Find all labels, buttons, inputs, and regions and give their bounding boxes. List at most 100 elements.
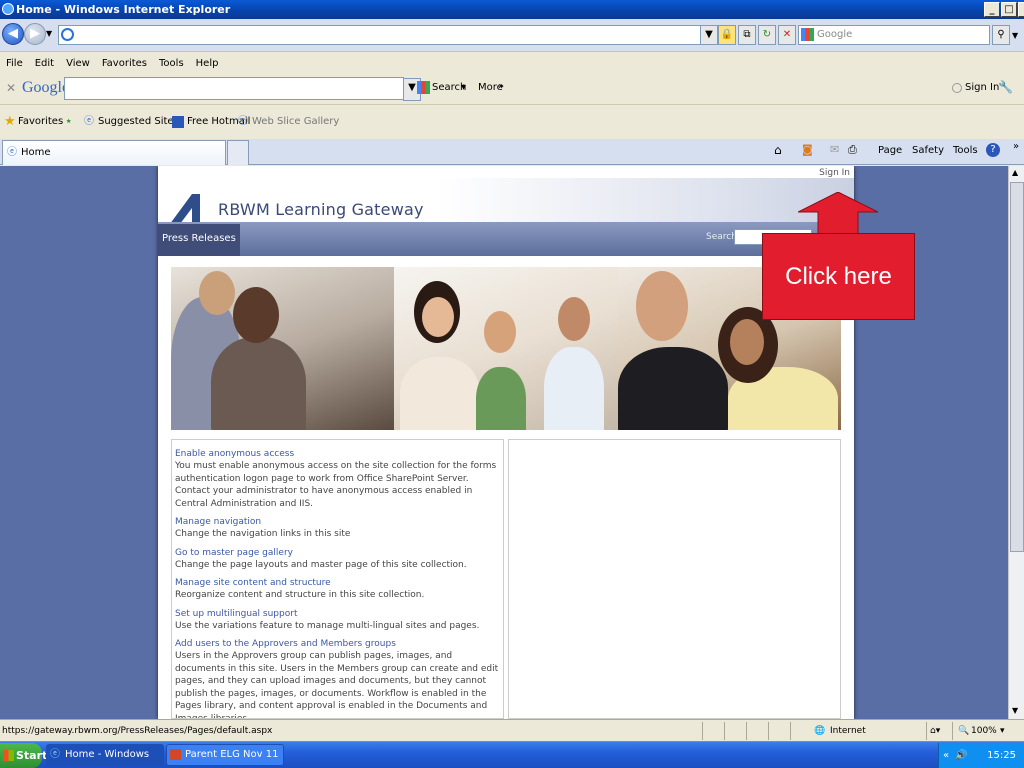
help-icon[interactable]: ? (986, 143, 1000, 157)
task-description: You must enable anonymous access on the … (175, 461, 497, 509)
task-link[interactable]: Enable anonymous access (175, 448, 500, 460)
powerpoint-icon (170, 749, 181, 760)
search-placeholder: Google (817, 29, 853, 40)
menu-tools[interactable]: Tools (159, 58, 184, 69)
add-favorite-icon[interactable]: ⭑ (66, 106, 71, 138)
google-search-input[interactable] (64, 77, 404, 100)
taskbar-item-label: Home - Windows Inte... (65, 749, 150, 760)
favorites-bar: ★ Favorites ⭑ ⓔ Suggested Sites Free Hot… (0, 106, 1024, 138)
security-zone[interactable]: Internet (830, 720, 866, 742)
recent-pages-dropdown[interactable]: ▼ (46, 29, 52, 38)
window-title-bar[interactable]: Home - Windows Internet Explorer _ □ (0, 0, 1024, 19)
menu-file[interactable]: File (6, 58, 23, 69)
google-logo: Google (22, 79, 70, 96)
search-options-dropdown[interactable]: ▼ (1012, 31, 1018, 40)
home-icon[interactable]: ⌂ (774, 143, 782, 157)
new-tab-button[interactable] (227, 140, 249, 165)
scroll-thumb[interactable] (1010, 182, 1024, 552)
close-toolbar-icon[interactable]: ✕ (6, 81, 16, 95)
task-link[interactable]: Add users to the Approvers and Members g… (175, 638, 500, 650)
taskbar: Start ⓔ Home - Windows Inte... Parent EL… (0, 741, 1024, 768)
nav-press-releases[interactable]: Press Releases (158, 224, 240, 256)
signin-status-icon (952, 83, 962, 93)
window-title: Home - Windows Internet Explorer (16, 3, 231, 16)
zoom-icon: 🔍 (958, 726, 970, 736)
tray-expand-icon[interactable]: « (943, 743, 949, 768)
start-button[interactable]: Start (0, 743, 47, 768)
chevron-more-icon[interactable]: » (1013, 141, 1019, 152)
task-link[interactable]: Manage navigation (175, 516, 500, 528)
scroll-up-icon[interactable]: ▲ (1012, 168, 1018, 177)
taskbar-item-ie[interactable]: ⓔ Home - Windows Inte... (46, 744, 164, 766)
print-icon[interactable]: ⎙ (848, 143, 857, 157)
tab-bar: ⓔ Home ⌂ ◙ ✉ ⎙ Page Safety Tools ? » (0, 139, 1024, 165)
favorites-star-icon: ★ (4, 114, 16, 129)
menu-help[interactable]: Help (196, 58, 219, 69)
google-search-icon (417, 81, 430, 94)
status-url: https://gateway.rbwm.org/PressReleases/P… (2, 726, 273, 736)
minimize-button[interactable]: _ (984, 2, 1000, 17)
page-icon (61, 28, 74, 41)
page-menu-button[interactable]: Page (878, 145, 902, 156)
hero-photo-center (394, 267, 618, 430)
refresh-icon[interactable]: ↻ (758, 25, 776, 45)
ie-taskbar-icon: ⓔ (50, 749, 60, 760)
tray-icons[interactable]: 🔊 (955, 743, 967, 768)
scroll-down-icon[interactable]: ▼ (1012, 706, 1018, 715)
task-description: Reorganize content and structure in this… (175, 590, 425, 600)
zoom-dropdown[interactable]: ▾ (1000, 720, 1005, 742)
task-description: Use the variations feature to manage mul… (175, 620, 480, 631)
hotmail-icon (172, 116, 184, 128)
clock[interactable]: 15:25 (987, 750, 1016, 761)
web-slice-icon: ⓔ (238, 116, 248, 127)
fav-web-slice-gallery[interactable]: Web Slice Gallery (252, 106, 339, 138)
sign-in-link[interactable]: Sign In (819, 168, 850, 178)
site-header: RBWM Learning Gateway (158, 178, 854, 232)
task-description: Change the navigation links in this site (175, 529, 351, 539)
windows-logo-icon (3, 750, 14, 761)
callout-text: Click here (785, 263, 892, 290)
maximize-button[interactable]: □ (1001, 2, 1017, 17)
site-title: RBWM Learning Gateway (218, 200, 424, 219)
status-bar: https://gateway.rbwm.org/PressReleases/P… (0, 719, 1024, 741)
zoom-level[interactable]: 100% (971, 720, 997, 742)
task-link[interactable]: Manage site content and structure (175, 577, 500, 589)
taskbar-item-powerpoint[interactable]: Parent ELG Nov 11 (166, 744, 284, 766)
feeds-icon[interactable]: ◙ (802, 143, 813, 156)
google-sign-in-link[interactable]: Sign In (965, 82, 999, 93)
hero-banner (171, 267, 841, 430)
menu-edit[interactable]: Edit (35, 58, 54, 69)
address-toolbar: ◀ ▶ ▼ ▼ 🔒 ⧉ ↻ ✕ Google ⚲ ▼ (0, 19, 1024, 52)
wrench-icon[interactable]: 🔧 (998, 80, 1013, 94)
menu-favorites[interactable]: Favorites (102, 58, 147, 69)
read-mail-icon[interactable]: ✉ (830, 143, 839, 156)
site-search-label: Search (706, 232, 737, 242)
google-toolbar: ✕ Google ▼ Search ▾ More » Sign In 🔧 (0, 73, 1024, 105)
task-description: Users in the Approvers group can publish… (175, 651, 499, 719)
tools-menu-button[interactable]: Tools (953, 145, 978, 156)
site-nav-bar: Press Releases Search → (158, 222, 854, 256)
fav-suggested-sites[interactable]: Suggested Sites (98, 106, 179, 138)
stop-icon[interactable]: ✕ (778, 25, 796, 45)
start-label: Start (16, 749, 48, 762)
protected-mode-icon[interactable]: ⌂▾ (930, 720, 940, 742)
task-link[interactable]: Set up multilingual support (175, 608, 500, 620)
compatibility-icon[interactable]: ⧉ (738, 25, 756, 45)
forward-button[interactable]: ▶ (24, 23, 46, 45)
back-button[interactable]: ◀ (2, 23, 24, 45)
tab-label: Home (21, 147, 51, 158)
callout-arrow-icon (798, 192, 878, 236)
search-go-icon[interactable]: ⚲ (992, 25, 1010, 45)
search-input[interactable]: Google (798, 25, 990, 45)
vertical-scrollbar[interactable]: ▲ ▼ (1008, 166, 1024, 719)
favorites-button[interactable]: Favorites (18, 106, 63, 138)
right-content-panel (508, 439, 841, 719)
task-link[interactable]: Go to master page gallery (175, 547, 500, 559)
safety-menu-button[interactable]: Safety (912, 145, 944, 156)
lock-icon[interactable]: 🔒 (718, 25, 736, 45)
tab-home[interactable]: ⓔ Home (2, 140, 226, 165)
address-input[interactable] (58, 25, 712, 45)
address-dropdown[interactable]: ▼ (700, 25, 718, 45)
close-button[interactable] (1018, 2, 1024, 17)
menu-view[interactable]: View (66, 58, 90, 69)
